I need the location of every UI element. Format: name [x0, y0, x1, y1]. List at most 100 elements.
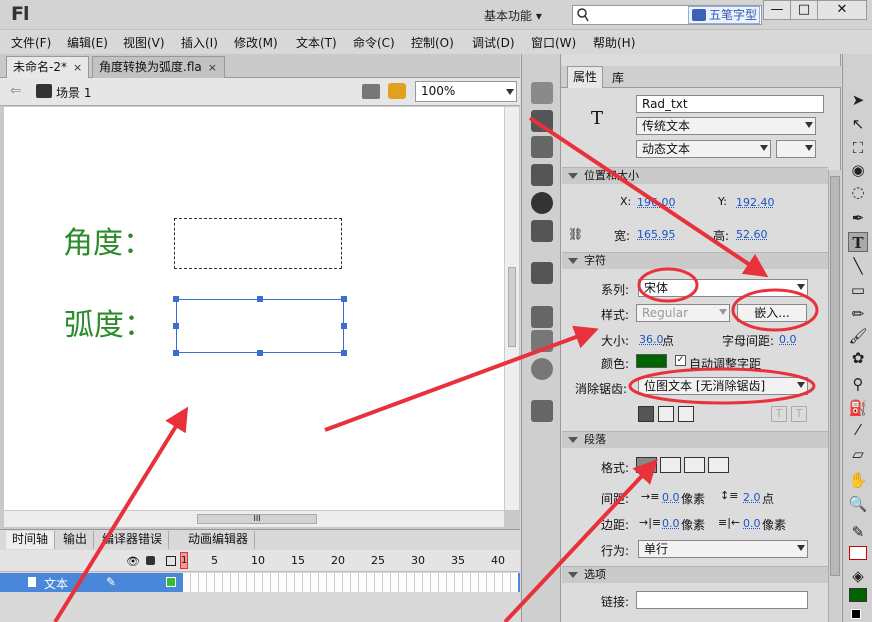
menu-modify[interactable]: 修改(M) [234, 34, 278, 51]
tab-library[interactable]: 库 [607, 69, 629, 86]
stage-horizontal-scrollbar[interactable]: III [4, 510, 504, 527]
components-icon[interactable] [531, 330, 553, 352]
x-value[interactable]: 196.00 [637, 196, 676, 209]
actions-icon[interactable] [531, 306, 553, 328]
align-right-icon[interactable] [684, 457, 705, 473]
instance-name-input[interactable]: Rad_txt [636, 95, 824, 113]
eraser-tool-icon[interactable]: ▱ [848, 444, 868, 464]
indent-value[interactable]: 0.0 [662, 491, 680, 504]
subscript-icon[interactable]: T [791, 406, 807, 422]
pen-tool-icon[interactable]: ✒ [848, 208, 868, 228]
eyedropper-tool-icon[interactable]: ⁄ [848, 420, 868, 440]
layer-color-icon[interactable] [166, 577, 176, 587]
properties-scrollbar[interactable] [828, 170, 841, 622]
tab-output[interactable]: 输出 [57, 531, 95, 549]
text-tool-icon[interactable]: T [848, 232, 868, 252]
line-tool-icon[interactable]: ╲ [848, 256, 868, 276]
angle-input-textfield[interactable] [174, 218, 342, 269]
doc-tab-untitled[interactable]: 未命名-2* × [6, 56, 89, 78]
scroll-thumb[interactable]: III [197, 514, 317, 524]
bone-tool-icon[interactable]: ⚲ [848, 374, 868, 394]
right-margin-value[interactable]: 0.0 [743, 517, 761, 530]
back-arrow-icon[interactable]: ⇐ [10, 83, 22, 99]
library-icon[interactable] [531, 262, 553, 284]
selection-handle[interactable] [341, 350, 347, 356]
scroll-thumb[interactable] [830, 176, 840, 576]
workspace-switcher[interactable]: 基本功能 ▾ [484, 7, 542, 24]
tab-motion-editor[interactable]: 动画编辑器 [182, 531, 256, 549]
align-left-icon[interactable] [636, 457, 657, 473]
tab-properties[interactable]: 属性 [567, 66, 604, 88]
align-icon[interactable] [531, 136, 553, 158]
free-transform-tool-icon[interactable]: ⛶ [848, 138, 868, 158]
menu-commands[interactable]: 命令(C) [353, 34, 395, 51]
zoom-tool-icon[interactable]: 🔍 [848, 494, 868, 514]
render-html-icon[interactable] [658, 406, 674, 422]
show-border-icon[interactable] [678, 406, 694, 422]
minimize-button[interactable]: — [763, 0, 791, 20]
autokern-checkbox[interactable]: ✓ [675, 355, 686, 366]
selectable-text-icon[interactable] [638, 406, 654, 422]
menu-edit[interactable]: 编辑(E) [67, 34, 108, 51]
edit-symbols-icon[interactable] [388, 83, 406, 99]
behavior-select[interactable]: 单行 [638, 540, 808, 558]
orientation-select[interactable] [776, 140, 816, 158]
stage-vertical-scrollbar[interactable] [504, 107, 519, 510]
lock-icon[interactable] [146, 556, 155, 565]
tab-compiler-errors[interactable]: 编译器错误 [96, 531, 170, 549]
menu-text[interactable]: 文本(T) [296, 34, 337, 51]
fill-color-swatch[interactable] [849, 588, 867, 602]
line-spacing-value[interactable]: 2.0 [743, 491, 761, 504]
anti-alias-select[interactable]: 位图文本 [无消除锯齿] [638, 377, 808, 395]
close-tab-icon[interactable]: × [208, 61, 217, 74]
section-character[interactable]: 字符 [562, 252, 828, 269]
info-icon[interactable] [531, 192, 553, 214]
paint-bucket-tool-icon[interactable]: ⛽ [848, 398, 868, 418]
menu-window[interactable]: 窗口(W) [531, 34, 576, 51]
superscript-icon[interactable]: T [771, 406, 787, 422]
link-input[interactable] [636, 591, 808, 609]
link-constrain-icon[interactable]: ⛓ [568, 227, 583, 241]
rectangle-tool-icon[interactable]: ▭ [848, 280, 868, 300]
embed-button[interactable]: 嵌入... [737, 304, 807, 322]
font-style-select[interactable]: Regular [636, 304, 730, 322]
doc-tab-angle-radian[interactable]: 角度转换为弧度.fla × [92, 56, 225, 78]
menu-file[interactable]: 文件(F) [11, 34, 51, 51]
menu-insert[interactable]: 插入(I) [181, 34, 218, 51]
3d-rotation-tool-icon[interactable]: ◉ [848, 160, 868, 180]
scroll-thumb[interactable] [508, 267, 516, 347]
selection-handle[interactable] [341, 323, 347, 329]
project-icon[interactable] [531, 400, 553, 422]
text-engine-select[interactable]: 传统文本 [636, 117, 816, 135]
font-size-value[interactable]: 36.0 [639, 333, 664, 346]
maximize-button[interactable]: □ [790, 0, 818, 20]
menu-control[interactable]: 控制(O) [411, 34, 454, 51]
hand-tool-icon[interactable]: ✋ [848, 470, 868, 490]
color-palette-icon[interactable] [531, 82, 553, 104]
radian-output-textfield[interactable] [176, 299, 344, 353]
left-margin-value[interactable]: 0.0 [662, 517, 680, 530]
menu-help[interactable]: 帮助(H) [593, 34, 635, 51]
pencil-tool-icon[interactable]: ✏ [848, 304, 868, 324]
section-position-size[interactable]: 位置和大小 [562, 167, 828, 184]
deco-tool-icon[interactable]: ✿ [848, 348, 868, 368]
width-value[interactable]: 165.95 [637, 228, 676, 241]
outline-icon[interactable] [166, 556, 176, 566]
text-type-select[interactable]: 动态文本 [636, 140, 771, 158]
swatches-grid-icon[interactable] [531, 110, 553, 132]
subselection-tool-icon[interactable]: ↖ [848, 114, 868, 134]
letter-spacing-value[interactable]: 0.0 [779, 333, 797, 346]
eye-icon[interactable]: 👁 [126, 555, 140, 568]
selection-handle[interactable] [173, 323, 179, 329]
selection-handle[interactable] [257, 350, 263, 356]
selection-handle[interactable] [173, 350, 179, 356]
layer-name[interactable]: 文本 [44, 575, 68, 592]
motion-presets-icon[interactable] [531, 358, 553, 380]
edit-scene-icon[interactable] [362, 84, 380, 99]
transform-icon[interactable] [531, 164, 553, 186]
lasso-tool-icon[interactable]: ◌ [848, 182, 868, 202]
selection-tool-icon[interactable]: ➤ [848, 90, 868, 110]
selection-handle[interactable] [257, 296, 263, 302]
selection-handle[interactable] [341, 296, 347, 302]
menu-view[interactable]: 视图(V) [123, 34, 165, 51]
